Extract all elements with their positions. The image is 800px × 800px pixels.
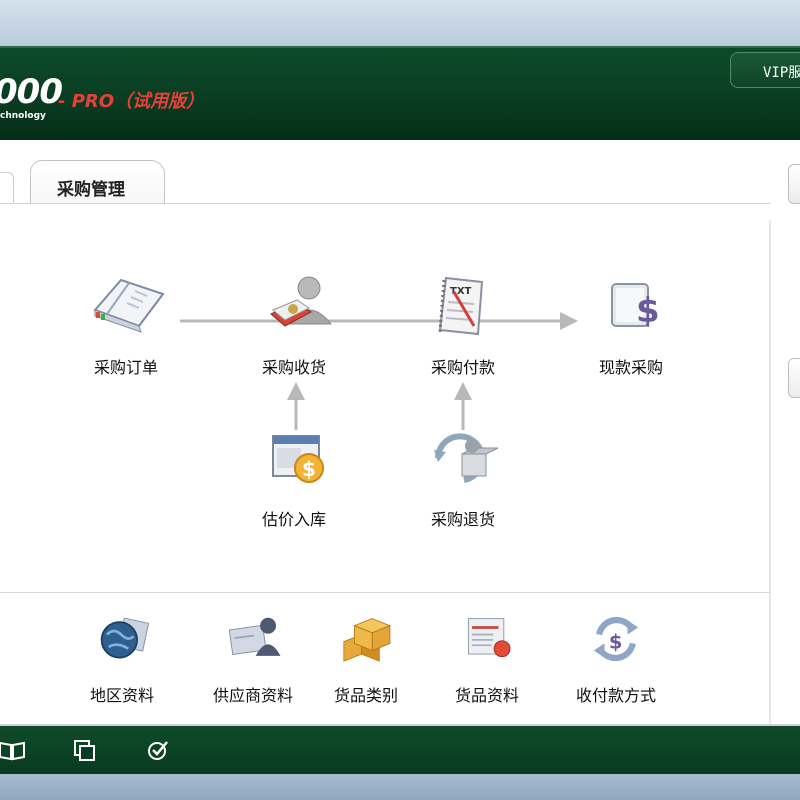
label-cash-purchase: 现款采购	[598, 358, 663, 377]
node-cash-purchase[interactable]: $ 现款采购	[571, 272, 691, 378]
node-purchase-return[interactable]: 采购退货	[403, 424, 523, 530]
node-supplier-data[interactable]: 供应商资料	[193, 608, 313, 706]
dollar-card-icon: $	[611, 283, 660, 331]
side-button-middle[interactable]	[788, 358, 800, 398]
node-estimated-stock-in[interactable]: $ 估价入库	[234, 424, 354, 530]
text-document-icon: TXT	[438, 276, 484, 336]
node-purchase-order[interactable]: 采购订单	[66, 272, 186, 378]
logo-edition: - PRO（试用版）	[58, 91, 205, 112]
check-icon[interactable]	[144, 738, 172, 762]
label-goods-data: 货品资料	[454, 686, 519, 705]
label-purchase-order: 采购订单	[93, 358, 158, 377]
node-region-data[interactable]: 地区资料	[62, 608, 182, 706]
logo-number: 000	[0, 72, 63, 112]
bottom-toolbar	[0, 724, 800, 774]
node-purchase-receipt[interactable]: 采购收货	[234, 272, 354, 378]
book-icon[interactable]	[0, 738, 26, 762]
arrow-head-up-2	[454, 382, 472, 400]
arrow-head-up-1	[287, 382, 305, 400]
label-goods-category: 货品类别	[333, 686, 398, 705]
supplier-card-icon	[228, 617, 281, 656]
label-region-data: 地区资料	[89, 686, 154, 705]
node-purchase-payment[interactable]: TXT 采购付款	[403, 272, 523, 378]
label-payment-method: 收付款方式	[575, 686, 656, 705]
label-purchase-receipt: 采购收货	[261, 358, 326, 377]
return-goods-icon	[434, 433, 499, 483]
node-goods-data[interactable]: 货品资料	[427, 608, 547, 706]
node-goods-category[interactable]: 货品类别	[306, 608, 426, 706]
label-supplier-data: 供应商资料	[212, 686, 293, 705]
copy-icon[interactable]	[70, 738, 98, 762]
document-chart-icon	[467, 618, 511, 658]
svg-text:$: $	[302, 457, 316, 481]
receiving-person-icon	[270, 276, 333, 327]
svg-text:TXT: TXT	[450, 286, 472, 297]
label-estimated-stock-in: 估价入库	[261, 510, 326, 529]
node-payment-method[interactable]: $ 收付款方式	[556, 608, 676, 706]
payment-cycle-icon: $	[593, 616, 639, 662]
label-purchase-payment: 采购付款	[430, 358, 495, 377]
notebook-icon	[93, 278, 165, 333]
section-divider	[0, 592, 770, 593]
svg-text:$: $	[636, 291, 660, 331]
side-button-top[interactable]	[788, 164, 800, 204]
svg-text:$: $	[609, 631, 623, 654]
app-header: 000 - PRO（试用版） chnology VIP服	[0, 46, 800, 140]
main-content: 采购管理 采购订单 采购收货 TXT 采购付款 $ 现款采购 $ 估价入库 采购…	[0, 140, 800, 725]
logo-tagline: chnology	[0, 111, 46, 121]
vip-service-button[interactable]: VIP服	[730, 52, 800, 88]
boxes-icon	[343, 618, 392, 662]
globe-icon	[100, 617, 150, 659]
window-top-band	[0, 0, 800, 46]
window-bottom-band	[0, 774, 800, 800]
label-purchase-return: 采购退货	[430, 510, 495, 529]
stock-dollar-icon: $	[272, 435, 324, 483]
